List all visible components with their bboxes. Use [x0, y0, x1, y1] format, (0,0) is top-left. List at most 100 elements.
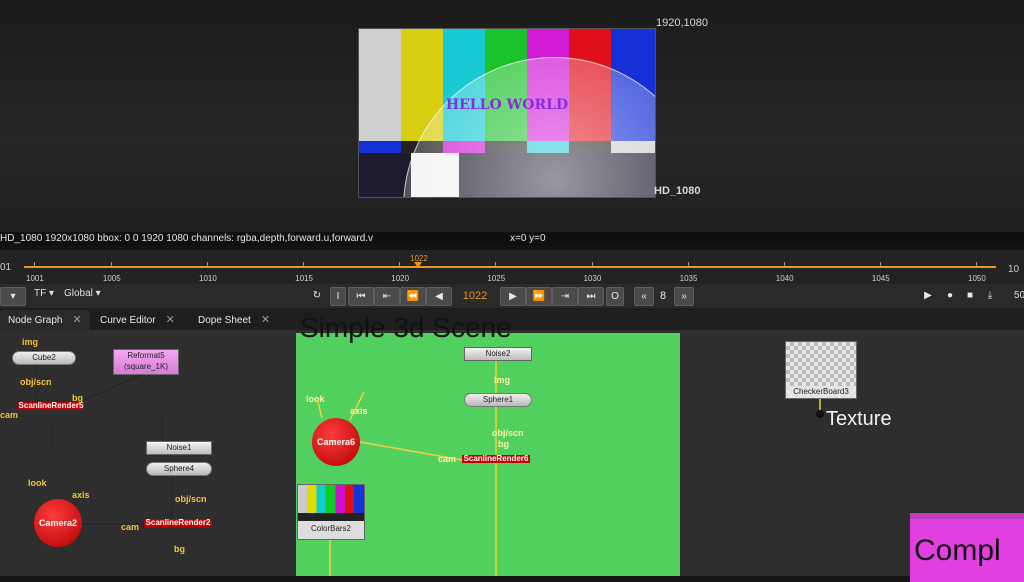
node-sphere4[interactable]: Sphere4: [146, 462, 212, 476]
in-point-button[interactable]: I: [330, 287, 346, 306]
input-label: cam: [0, 410, 19, 420]
timeline-tick-label: 1030: [583, 274, 602, 283]
input-label: bg: [174, 544, 185, 554]
timeline-ruler[interactable]: [24, 266, 996, 268]
timeline-tick-label: 1045: [871, 274, 890, 283]
node-reformat5[interactable]: Reformat5 (square_1K): [113, 349, 179, 375]
dot-icon: [816, 410, 824, 418]
timeline-tick-label: 1040: [775, 274, 794, 283]
timeline-end: 10: [1008, 264, 1020, 275]
viewer-image: HELLO WORLD: [358, 28, 656, 198]
out-point-button[interactable]: O: [606, 287, 624, 306]
timeline-tick: [976, 262, 977, 266]
timeline-tick: [399, 262, 401, 266]
node-scanlinerender2[interactable]: ScanlineRender2: [144, 519, 212, 527]
node-sublabel: (square_1K): [123, 362, 169, 371]
timeline-tick: [783, 262, 785, 266]
node-label: ColorBars2: [310, 524, 351, 533]
input-label: img: [22, 337, 39, 347]
prev-frame-icon[interactable]: ◀: [426, 287, 452, 306]
timeline-tick-label: 1020: [391, 274, 410, 283]
node-sphere1[interactable]: Sphere1: [464, 393, 532, 407]
tab-dope-sheet[interactable]: Dope Sheet ✕: [190, 310, 279, 330]
node-label: Reformat5: [127, 351, 165, 360]
step-back-icon[interactable]: «: [634, 287, 654, 306]
tab-label: Dope Sheet: [198, 315, 251, 326]
node-camera2[interactable]: Camera2: [34, 499, 82, 547]
frame-field[interactable]: 1022: [456, 288, 494, 304]
timeline-tick: [110, 262, 112, 266]
timeline-tick-label: 1005: [102, 274, 121, 283]
tab-label: Node Graph: [8, 315, 63, 326]
input-label: bg: [498, 439, 509, 449]
timeline-tick: [879, 262, 881, 266]
tab-label: Curve Editor: [100, 315, 156, 326]
prev-keyframe-icon[interactable]: ⇤: [374, 287, 400, 306]
format-info: HD_1080 1920x1080 bbox: 0 0 1920 1080 ch…: [0, 233, 374, 244]
global-label: Global: [64, 288, 93, 299]
close-icon[interactable]: ✕: [166, 314, 175, 326]
loop-icon[interactable]: ↻: [306, 287, 328, 304]
timeline-tick-label: 1010: [199, 274, 217, 283]
node-colorbars2[interactable]: ColorBars2: [297, 484, 365, 540]
input-label: look: [28, 478, 47, 488]
timeline[interactable]: 01 1022 1001 1005 1010 1015 1020 1025 1030 1035…: [0, 250, 1024, 284]
transport-bar: ▾ TF ▾ Global ▾ ↻ I ⏮ ⇤ ⏪ ◀ 1022 ▶ ⏩ ⇥ ⏭…: [0, 284, 1024, 308]
close-icon[interactable]: ✕: [72, 314, 81, 326]
timeline-start: 01: [0, 262, 12, 273]
timeline-tick: [303, 262, 305, 266]
input-label: bg: [72, 393, 83, 403]
node-noise1[interactable]: Noise1: [146, 441, 212, 455]
flipbook-icon[interactable]: ▶: [920, 287, 936, 304]
timeline-tick: [495, 262, 497, 266]
cursor-coords: x=0 y=0: [510, 233, 546, 244]
global-dropdown[interactable]: Global ▾: [64, 288, 101, 299]
texture-label: Texture: [826, 408, 892, 430]
backdrop-complex-title: Compl: [914, 534, 1001, 567]
format-top-label: 1920,1080: [656, 17, 708, 29]
step-forward-icon[interactable]: »: [674, 287, 694, 306]
stop-icon[interactable]: ■: [962, 287, 978, 304]
next-frame-icon[interactable]: ⏩: [526, 287, 552, 306]
right-value: 50: [1014, 290, 1024, 301]
step-field[interactable]: 8: [654, 288, 672, 304]
node-checkerboard3[interactable]: CheckerBoard3: [785, 341, 857, 399]
node-label: CheckerBoard3: [786, 386, 856, 398]
node-scanlinerender6[interactable]: ScanlineRender6: [462, 455, 530, 463]
input-label: img: [494, 375, 511, 385]
node-cube2[interactable]: Cube2: [12, 351, 76, 365]
timeline-tick-label: 1035: [679, 274, 698, 283]
record-icon[interactable]: ●: [942, 287, 958, 304]
tf-dropdown[interactable]: TF ▾: [34, 288, 54, 299]
timeline-tick-label: 1025: [487, 274, 506, 283]
input-label: obj/scn: [20, 377, 52, 387]
node-camera6[interactable]: Camera6: [312, 418, 360, 466]
first-frame-icon[interactable]: ⏮: [348, 287, 374, 306]
hello-world-text: HELLO WORLD: [445, 97, 569, 113]
node-noise2[interactable]: Noise2: [464, 347, 532, 361]
timeline-tick: [591, 262, 593, 266]
playhead-icon[interactable]: [414, 262, 422, 268]
download-icon[interactable]: ⤓: [982, 287, 998, 304]
timeline-tick-label: 1050: [968, 274, 986, 283]
tab-node-graph[interactable]: Node Graph ✕: [0, 310, 90, 330]
next-keyframe-icon[interactable]: ⇥: [552, 287, 578, 306]
format-bottom-label: HD_1080: [654, 185, 701, 197]
input-label: cam: [438, 454, 457, 464]
dropdown-button[interactable]: ▾: [0, 287, 26, 306]
viewer-info-bar: HD_1080 1920x1080 bbox: 0 0 1920 1080 ch…: [0, 232, 1024, 246]
node-scanlinerender5[interactable]: ScanlineRender5: [18, 402, 84, 410]
tf-label: TF: [34, 288, 47, 299]
input-label: obj/scn: [492, 428, 524, 438]
play-icon[interactable]: ▶: [500, 287, 526, 306]
input-label: look: [306, 394, 325, 404]
input-label: axis: [72, 490, 90, 500]
timeline-tick-label: 1001: [26, 274, 44, 283]
panel-tabs: Node Graph ✕ Curve Editor ✕ Dope Sheet ✕: [0, 308, 1024, 330]
rewind-icon[interactable]: ⏪: [400, 287, 426, 306]
last-frame-icon[interactable]: ⏭: [578, 287, 604, 306]
tab-curve-editor[interactable]: Curve Editor ✕: [92, 310, 183, 330]
viewer-panel[interactable]: HELLO WORLD 1920,1080 HD_1080: [0, 0, 1024, 232]
close-icon[interactable]: ✕: [261, 314, 270, 326]
timeline-tick-label: 1015: [295, 274, 313, 283]
